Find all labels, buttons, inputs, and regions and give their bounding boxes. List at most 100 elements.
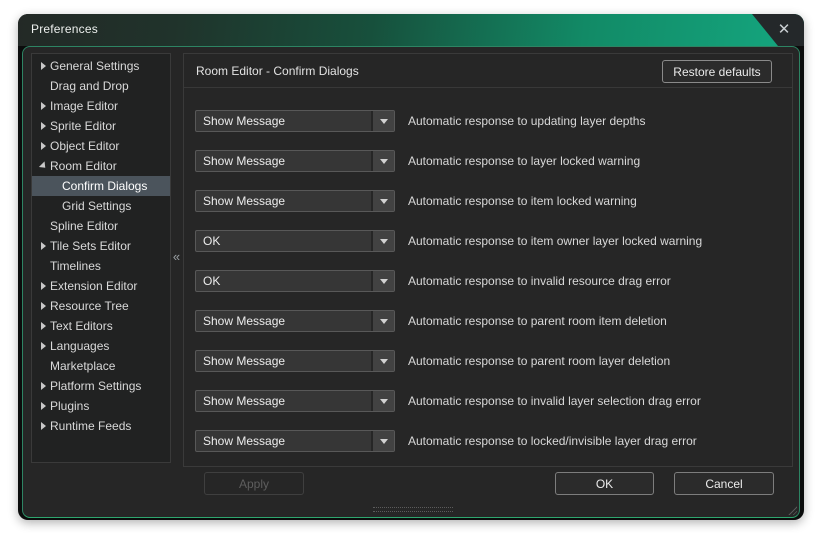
settings-row: Show Message Automatic response to locke… xyxy=(195,430,792,452)
titlebar[interactable]: Preferences ✕ xyxy=(18,14,804,46)
sidebar-tree-item[interactable]: Platform Settings xyxy=(32,376,170,396)
sidebar-tree-item[interactable]: General Settings xyxy=(32,56,170,76)
dropdown-arrow-button[interactable] xyxy=(371,191,394,211)
dropdown-arrow-button[interactable] xyxy=(371,351,394,371)
expander-icon xyxy=(36,402,50,410)
dropdown-arrow-button[interactable] xyxy=(371,391,394,411)
settings-row: Show Message Automatic response to item … xyxy=(195,190,792,212)
dropdown-value: OK xyxy=(203,274,221,288)
sidebar-item-label: Extension Editor xyxy=(50,279,138,293)
sidebar-tree-item[interactable]: Spline Editor xyxy=(32,216,170,236)
caret-down-icon xyxy=(379,438,388,444)
sidebar-item-label: Spline Editor xyxy=(50,219,119,233)
settings-row: OK Automatic response to invalid resourc… xyxy=(195,270,792,292)
sidebar-item-label: Drag and Drop xyxy=(50,79,129,93)
ok-button[interactable]: OK xyxy=(555,472,654,495)
sidebar-tree-item[interactable]: Resource Tree xyxy=(32,296,170,316)
sidebar-tree-item[interactable]: Marketplace xyxy=(32,356,170,376)
row-label: Automatic response to invalid resource d… xyxy=(408,274,671,288)
sidebar-item-label: Timelines xyxy=(50,259,101,273)
settings-row: Show Message Automatic response to paren… xyxy=(195,310,792,332)
close-icon[interactable]: ✕ xyxy=(774,20,794,40)
apply-button[interactable]: Apply xyxy=(204,472,304,495)
dropdown-arrow-button[interactable] xyxy=(371,111,394,131)
window-title: Preferences xyxy=(31,22,98,36)
settings-rows: Show Message Automatic response to updat… xyxy=(184,88,792,452)
dropdown-value: OK xyxy=(203,234,221,248)
sidebar-item-label: Object Editor xyxy=(50,139,120,153)
caret-down-icon xyxy=(379,238,388,244)
expander-icon xyxy=(36,342,50,350)
expander-icon xyxy=(36,122,50,130)
dropdown-value: Show Message xyxy=(203,114,286,128)
expander-icon xyxy=(36,282,50,290)
row-label: Automatic response to layer locked warni… xyxy=(408,154,641,168)
sidebar-tree-item[interactable]: Languages xyxy=(32,336,170,356)
dropdown-arrow-button[interactable] xyxy=(371,151,394,171)
row-label: Automatic response to updating layer dep… xyxy=(408,114,646,128)
preferences-window: Preferences ✕ General Settings Drag and … xyxy=(18,14,804,520)
sidebar-tree-item[interactable]: Grid Settings xyxy=(32,196,170,216)
sidebar-tree-item[interactable]: Object Editor xyxy=(32,136,170,156)
dialog-body: General Settings Drag and Drop Image Edi… xyxy=(22,46,800,518)
resize-grip[interactable] xyxy=(787,505,797,515)
response-dropdown[interactable]: Show Message xyxy=(195,190,395,212)
sidebar-tree-item[interactable]: Runtime Feeds xyxy=(32,416,170,436)
dropdown-value: Show Message xyxy=(203,194,286,208)
response-dropdown[interactable]: Show Message xyxy=(195,390,395,412)
response-dropdown[interactable]: OK xyxy=(195,230,395,252)
sidebar-tree-item[interactable]: Drag and Drop xyxy=(32,76,170,96)
restore-defaults-button[interactable]: Restore defaults xyxy=(662,60,772,83)
sidebar-tree-item[interactable]: Sprite Editor xyxy=(32,116,170,136)
settings-row: Show Message Automatic response to layer… xyxy=(195,150,792,172)
resize-handle-dots[interactable] xyxy=(373,507,453,512)
sidebar-item-label: Marketplace xyxy=(50,359,116,373)
dropdown-arrow-button[interactable] xyxy=(371,231,394,251)
sidebar-tree-item[interactable]: Extension Editor xyxy=(32,276,170,296)
sidebar-tree-item[interactable]: Timelines xyxy=(32,256,170,276)
response-dropdown[interactable]: Show Message xyxy=(195,350,395,372)
sidebar-item-label: Text Editors xyxy=(50,319,113,333)
sidebar-item-label: Platform Settings xyxy=(50,379,142,393)
expander-icon xyxy=(36,62,50,70)
response-dropdown[interactable]: Show Message xyxy=(195,310,395,332)
sidebar-tree-item[interactable]: Room Editor xyxy=(32,156,170,176)
row-label: Automatic response to item locked warnin… xyxy=(408,194,637,208)
sidebar-item-label: General Settings xyxy=(50,59,140,73)
sidebar-item-label: Tile Sets Editor xyxy=(50,239,131,253)
sidebar-item-label: Grid Settings xyxy=(62,199,132,213)
caret-down-icon xyxy=(379,318,388,324)
sidebar-item-label: Confirm Dialogs xyxy=(62,179,148,193)
sidebar-tree-item[interactable]: Image Editor xyxy=(32,96,170,116)
dropdown-arrow-button[interactable] xyxy=(371,431,394,451)
sidebar-collapse-icon[interactable]: « xyxy=(170,249,183,265)
caret-down-icon xyxy=(379,198,388,204)
cancel-button[interactable]: Cancel xyxy=(674,472,774,495)
response-dropdown[interactable]: Show Message xyxy=(195,430,395,452)
row-label: Automatic response to locked/invisible l… xyxy=(408,434,697,448)
expander-icon xyxy=(36,102,50,110)
dropdown-value: Show Message xyxy=(203,434,286,448)
dropdown-value: Show Message xyxy=(203,154,286,168)
dropdown-arrow-button[interactable] xyxy=(371,311,394,331)
expander-icon xyxy=(36,242,50,250)
page-title: Room Editor - Confirm Dialogs xyxy=(196,64,359,78)
expander-icon xyxy=(36,322,50,330)
sidebar-item-label: Languages xyxy=(50,339,110,353)
sidebar-item-label: Runtime Feeds xyxy=(50,419,132,433)
sidebar-tree-item[interactable]: Text Editors xyxy=(32,316,170,336)
settings-panel: Room Editor - Confirm Dialogs Restore de… xyxy=(183,53,793,467)
response-dropdown[interactable]: Show Message xyxy=(195,150,395,172)
expander-icon xyxy=(36,142,50,150)
dropdown-value: Show Message xyxy=(203,394,286,408)
response-dropdown[interactable]: OK xyxy=(195,270,395,292)
row-label: Automatic response to parent room item d… xyxy=(408,314,667,328)
row-label: Automatic response to invalid layer sele… xyxy=(408,394,701,408)
settings-row: OK Automatic response to item owner laye… xyxy=(195,230,792,252)
sidebar-tree-item[interactable]: Tile Sets Editor xyxy=(32,236,170,256)
expander-icon xyxy=(36,302,50,310)
dropdown-arrow-button[interactable] xyxy=(371,271,394,291)
response-dropdown[interactable]: Show Message xyxy=(195,110,395,132)
sidebar-tree-item[interactable]: Confirm Dialogs xyxy=(32,176,170,196)
sidebar-tree-item[interactable]: Plugins xyxy=(32,396,170,416)
